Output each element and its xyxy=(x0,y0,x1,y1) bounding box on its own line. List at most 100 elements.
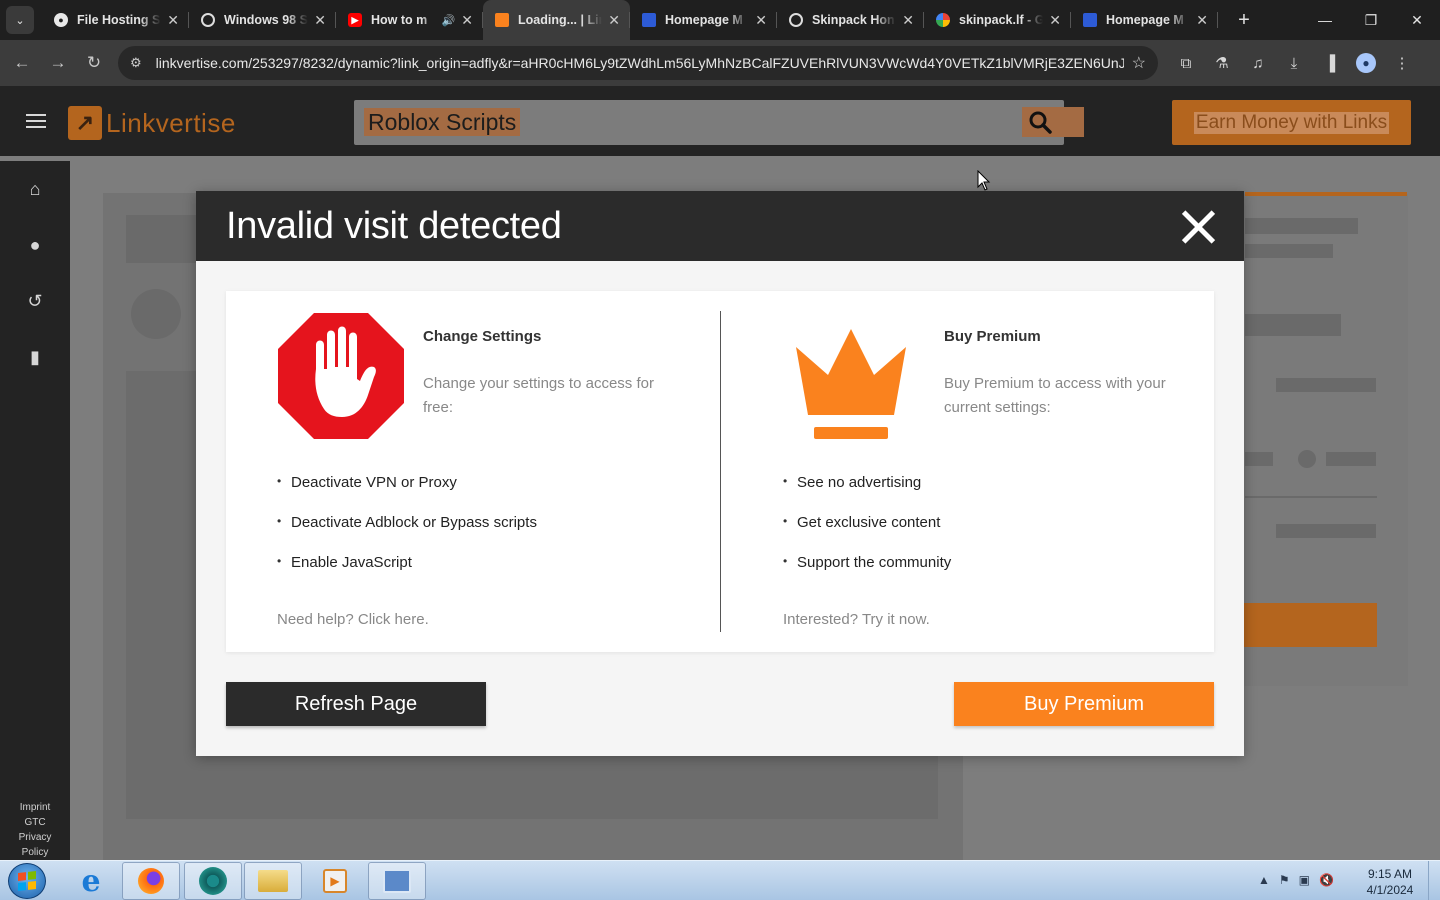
browser-tab[interactable]: Homepage M ✕ xyxy=(630,0,777,40)
labs-flask-icon[interactable]: ⚗ xyxy=(1204,54,1240,72)
tab-title: Homepage M xyxy=(1106,13,1184,27)
linkvertise-icon xyxy=(495,13,509,27)
refresh-page-button[interactable]: Refresh Page xyxy=(226,682,486,726)
close-tab-icon[interactable]: ✕ xyxy=(167,12,179,29)
buy-premium-button[interactable]: Buy Premium xyxy=(954,682,1214,726)
footer-link-privacy[interactable]: Privacy xyxy=(0,830,70,845)
windows-icon xyxy=(642,13,656,27)
address-bar[interactable]: ⚙ linkvertise.com/253297/8232/dynamic?li… xyxy=(118,46,1158,80)
swirl-icon xyxy=(789,13,803,27)
close-tab-icon[interactable]: ✕ xyxy=(1049,12,1061,29)
footer-link-policy[interactable]: Policy xyxy=(0,845,70,860)
skeleton-bar xyxy=(1245,452,1273,466)
skeleton-dot xyxy=(1298,450,1316,468)
footer-link-gtc[interactable]: GTC xyxy=(0,815,70,830)
browser-tab[interactable]: ● File Hosting S ✕ xyxy=(42,0,189,40)
url-text: linkvertise.com/253297/8232/dynamic?link… xyxy=(155,55,1124,71)
back-arrow-icon[interactable]: ← xyxy=(4,53,40,73)
skeleton-divider xyxy=(1245,496,1377,498)
close-tab-icon[interactable]: ✕ xyxy=(314,12,326,29)
download-icon[interactable]: ⤓ xyxy=(1276,55,1312,72)
close-icon[interactable] xyxy=(1180,209,1216,245)
skeleton-bar xyxy=(1245,244,1333,258)
list-item: See no advertising xyxy=(783,474,951,514)
home-icon[interactable]: ⌂ xyxy=(24,179,46,201)
try-premium-link[interactable]: Interested? Try it now. xyxy=(783,611,930,628)
history-icon[interactable]: ↺ xyxy=(24,291,46,313)
profile-avatar-icon[interactable]: ● xyxy=(1356,53,1376,73)
browser-toolbar: ← → ↻ ⚙ linkvertise.com/253297/8232/dyna… xyxy=(0,40,1440,86)
tab-title: Homepage M xyxy=(665,13,743,27)
close-tab-icon[interactable]: ✕ xyxy=(902,12,914,29)
firefox-icon[interactable] xyxy=(122,862,180,900)
skeleton-bar xyxy=(1276,524,1376,538)
buy-premium-column: Buy Premium Buy Premium to access with y… xyxy=(720,291,1214,652)
windows-icon xyxy=(1083,13,1097,27)
action-center-flag-icon[interactable]: ⚑ xyxy=(1279,873,1290,887)
close-tab-icon[interactable]: ✕ xyxy=(461,12,473,29)
tab-title: How to m xyxy=(371,13,428,27)
close-window-icon[interactable]: ✕ xyxy=(1394,0,1440,40)
browser-tab[interactable]: Homepage M ✕ xyxy=(1071,0,1218,40)
speaker-icon[interactable]: 🔊 xyxy=(442,14,456,27)
tab-search-button[interactable]: ⌄ xyxy=(6,6,34,34)
toolbar-actions: ⧉ ⚗ ♫ ⤓ ▐ ● ⋮ xyxy=(1168,40,1420,86)
close-tab-icon[interactable]: ✕ xyxy=(608,12,620,29)
site-header: ↗ Linkvertise Roblox Scripts Earn Money … xyxy=(0,86,1440,156)
close-tab-icon[interactable]: ✕ xyxy=(755,12,767,29)
system-clock[interactable]: 9:15 AM 4/1/2024 xyxy=(1362,866,1418,898)
new-tab-icon[interactable]: + xyxy=(1230,9,1258,32)
search-button[interactable] xyxy=(1022,107,1084,137)
media-player-icon[interactable]: ▶ xyxy=(306,862,364,900)
tab-title: File Hosting S xyxy=(77,13,161,27)
minimize-icon[interactable]: — xyxy=(1302,0,1348,40)
system-tray: ▲ ⚑ ▣ 🔇 xyxy=(1258,873,1343,887)
list-item: Enable JavaScript xyxy=(277,554,537,594)
file-explorer-icon[interactable] xyxy=(244,862,302,900)
site-search-input[interactable]: Roblox Scripts xyxy=(354,100,1064,145)
person-icon: ● xyxy=(54,13,68,27)
show-desktop-button[interactable] xyxy=(1428,861,1440,900)
hamburger-menu-icon[interactable] xyxy=(26,114,46,132)
menu-kebab-icon[interactable]: ⋮ xyxy=(1384,54,1420,72)
reload-icon[interactable]: ↻ xyxy=(76,53,112,73)
browser-tab[interactable]: Windows 98 S ✕ xyxy=(189,0,336,40)
side-panel-icon[interactable]: ▐ xyxy=(1312,55,1348,72)
chrome-browser-icon[interactable] xyxy=(184,862,242,900)
site-settings-icon[interactable]: ⚙ xyxy=(130,55,142,71)
earn-money-button[interactable]: Earn Money with Links xyxy=(1172,100,1411,145)
browser-tab[interactable]: skinpack.lf - G ✕ xyxy=(924,0,1071,40)
site-logo[interactable]: ↗ Linkvertise xyxy=(68,106,236,140)
browser-tab[interactable]: Skinpack Hon ✕ xyxy=(777,0,924,40)
forward-arrow-icon[interactable]: → xyxy=(40,53,76,73)
user-icon[interactable]: ● xyxy=(24,235,46,257)
footer-links: Imprint GTC Privacy Policy xyxy=(0,800,70,860)
skeleton-bar xyxy=(1326,452,1376,466)
show-hidden-icons-icon[interactable]: ▲ xyxy=(1258,873,1270,887)
browser-tab-active[interactable]: Loading... | Lin ✕ xyxy=(483,0,630,40)
skeleton-avatar xyxy=(131,289,181,339)
browser-tab[interactable]: ▶ How to m 🔊 ✕ xyxy=(336,0,483,40)
crown-icon xyxy=(796,329,906,439)
bookmark-star-icon[interactable]: ☆ xyxy=(1132,53,1146,73)
footer-link-imprint[interactable]: Imprint xyxy=(0,800,70,815)
extensions-icon[interactable]: ⧉ xyxy=(1168,55,1204,72)
start-button[interactable] xyxy=(8,863,46,899)
skeleton-bar xyxy=(1245,218,1358,234)
change-settings-description: Change your settings to access for free: xyxy=(423,375,654,416)
accent-line xyxy=(1245,192,1407,196)
network-icon[interactable]: ▣ xyxy=(1299,873,1310,887)
help-link[interactable]: Need help? Click here. xyxy=(277,611,429,628)
search-icon xyxy=(1029,111,1052,134)
volume-muted-icon[interactable]: 🔇 xyxy=(1319,873,1334,887)
close-tab-icon[interactable]: ✕ xyxy=(1196,12,1208,29)
media-control-icon[interactable]: ♫ xyxy=(1240,55,1276,72)
internet-explorer-icon[interactable]: e xyxy=(62,862,120,900)
control-panel-icon[interactable] xyxy=(368,862,426,900)
sidebar-cta-button[interactable] xyxy=(1244,603,1377,647)
bookmark-icon[interactable]: ▮ xyxy=(24,347,46,369)
modal-header: Invalid visit detected xyxy=(196,191,1244,261)
restore-icon[interactable]: ❐ xyxy=(1348,0,1394,40)
windows-taskbar: e ▶ ▲ ⚑ ▣ 🔇 9:15 AM 4/1/2024 xyxy=(0,860,1440,900)
browser-tab-strip: ⌄ ● File Hosting S ✕ Windows 98 S ✕ ▶ Ho… xyxy=(0,0,1440,40)
